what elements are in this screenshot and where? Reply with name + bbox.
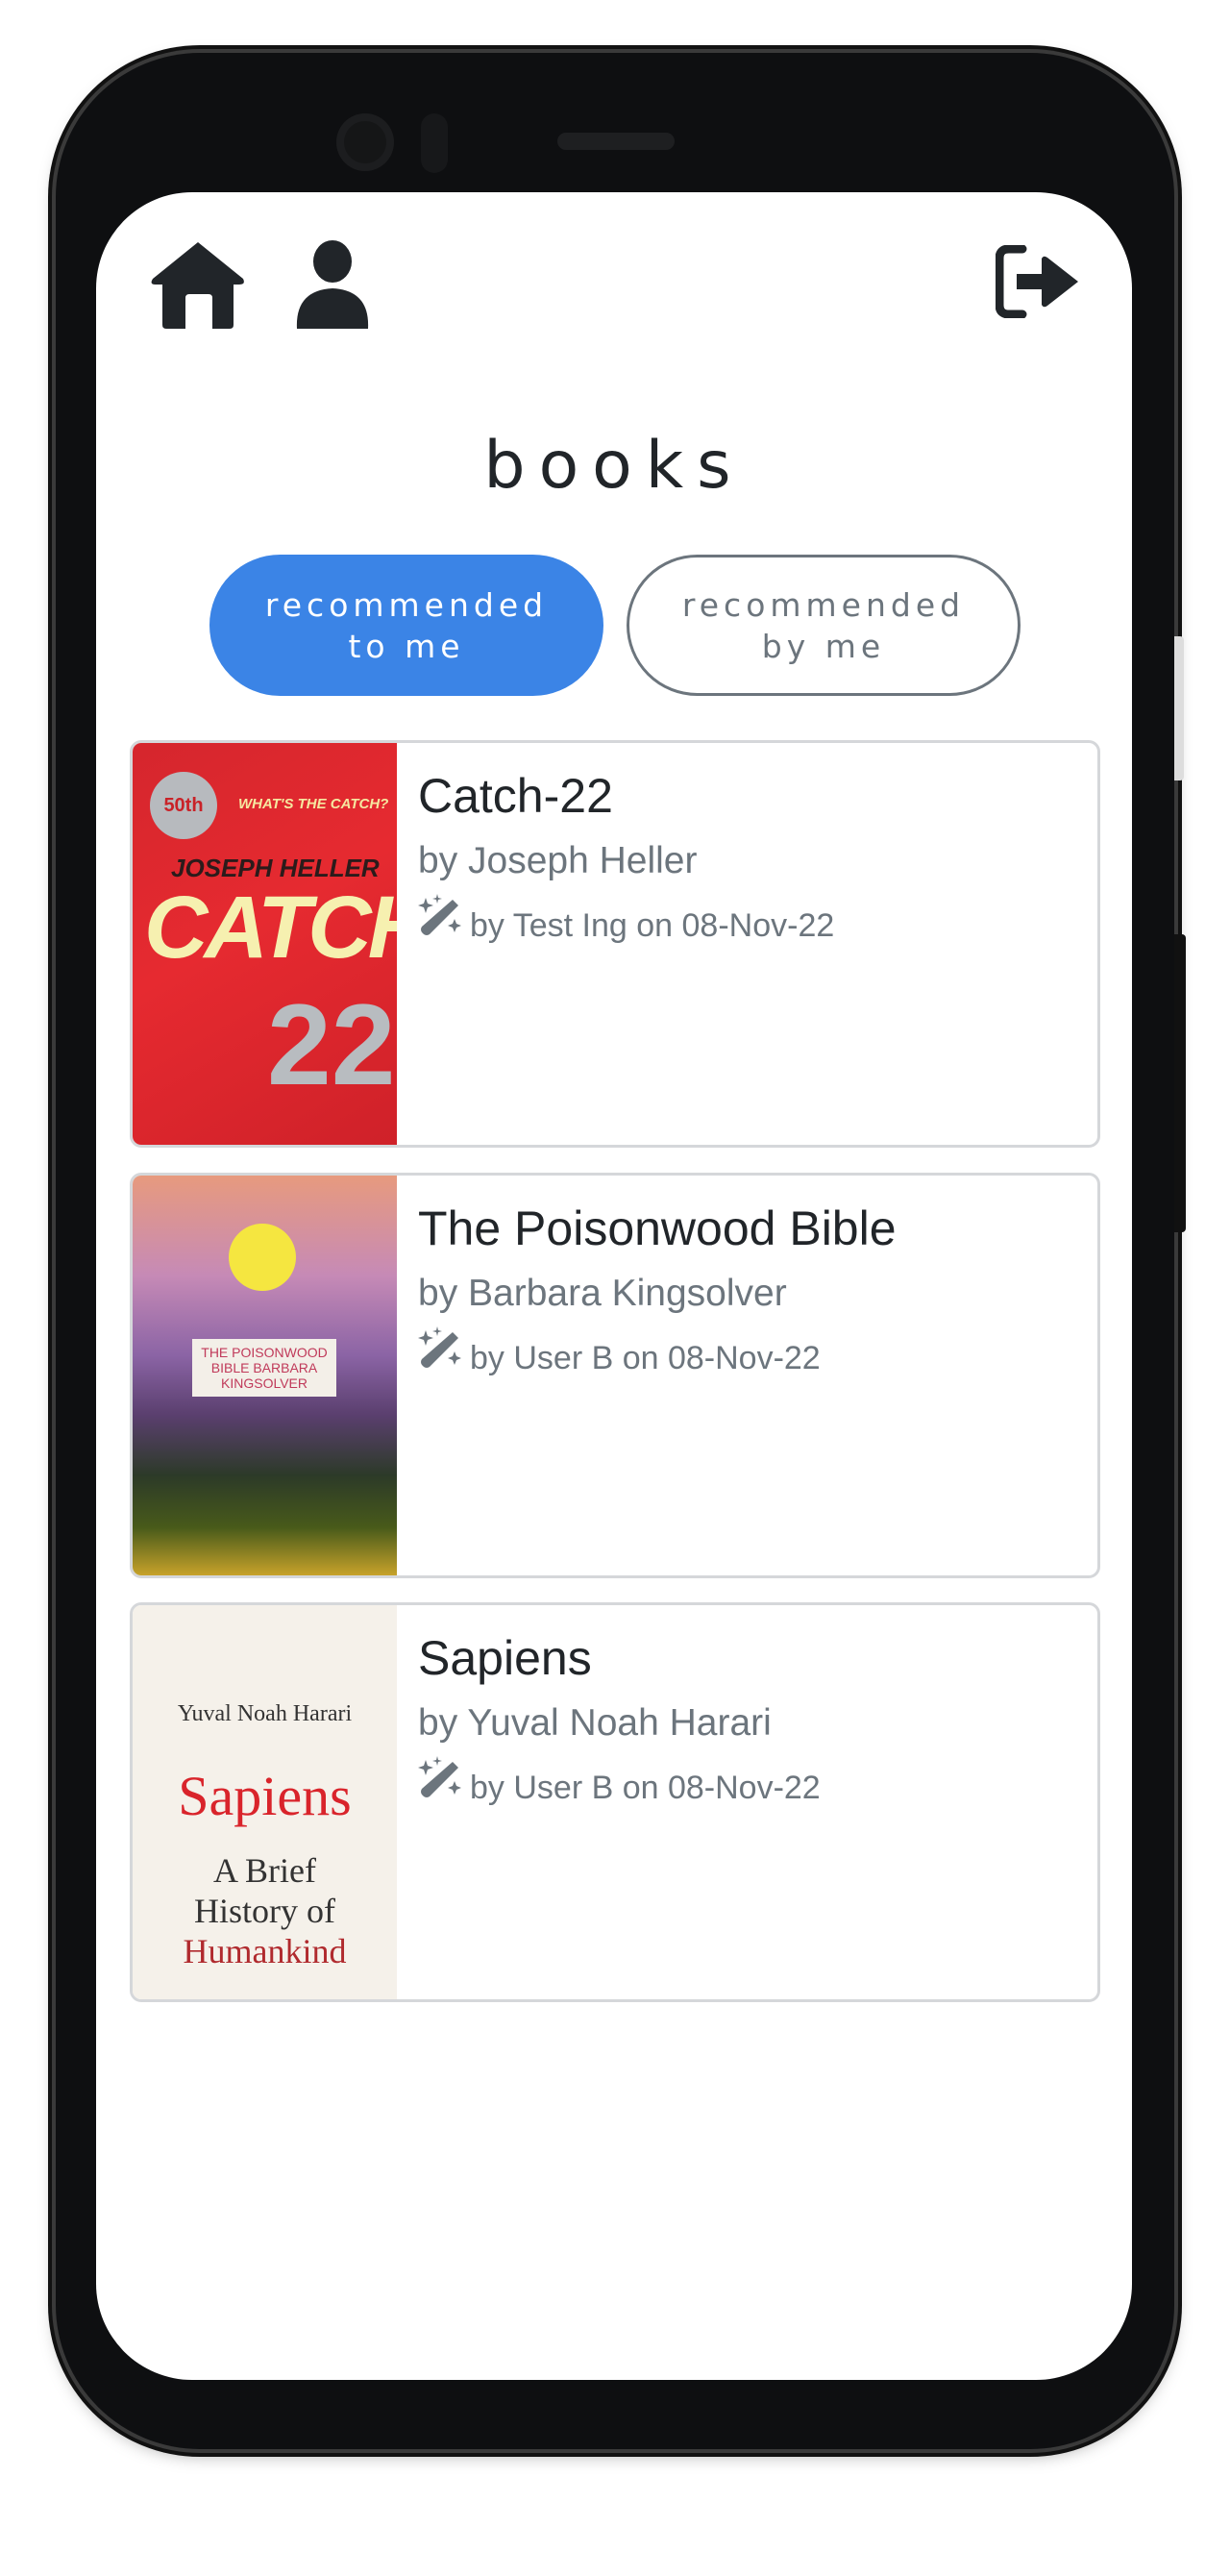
- sensor: [421, 113, 448, 173]
- magic-wand-icon: [418, 893, 462, 958]
- tab-recommended-to-me[interactable]: recommended to me: [209, 555, 603, 696]
- tab-recommended-by-me[interactable]: recommended by me: [627, 555, 1021, 696]
- book-author: by Barbara Kingsolver: [418, 1273, 787, 1314]
- recommendation-meta: by User B on 08-Nov-22: [470, 1770, 821, 1806]
- volume-button: [1174, 636, 1184, 780]
- user-icon[interactable]: [295, 240, 370, 334]
- book-card-sapiens[interactable]: Yuval Noah Harari Sapiens A Brief History…: [130, 1602, 1100, 2002]
- power-button: [1174, 934, 1186, 1232]
- cover-text: Yuval Noah Harari: [177, 1701, 353, 1726]
- cover-text: THE POISONWOOD BIBLE BARBARA KINGSOLVER: [192, 1339, 336, 1397]
- front-camera: [336, 113, 394, 171]
- book-author: by Yuval Noah Harari: [418, 1702, 772, 1744]
- recommendation-meta: by User B on 08-Nov-22: [470, 1340, 821, 1376]
- recommendation-meta: by Test Ing on 08-Nov-22: [470, 907, 835, 944]
- book-cover-image: THE POISONWOOD BIBLE BARBARA KINGSOLVER: [133, 1176, 397, 1575]
- book-title[interactable]: Sapiens: [418, 1624, 821, 1692]
- tab-label: recommended: [681, 585, 966, 624]
- book-title[interactable]: Catch-22: [418, 762, 834, 830]
- speaker: [557, 133, 675, 150]
- magic-wand-icon: [418, 1325, 462, 1391]
- magic-wand-icon: [418, 1755, 462, 1821]
- sign-out-icon[interactable]: [995, 244, 1082, 323]
- cover-text: WHAT'S THE CATCH?: [238, 796, 389, 812]
- cover-text: A Brief: [213, 1851, 316, 1890]
- book-author: by Joseph Heller: [418, 840, 698, 881]
- book-cover-image: Yuval Noah Harari Sapiens A Brief History…: [133, 1605, 397, 1999]
- book-card-the-poisonwood-bible[interactable]: THE POISONWOOD BIBLE BARBARA KINGSOLVER …: [130, 1173, 1100, 1578]
- book-cover-image: 50th WHAT'S THE CATCH? JOSEPH HELLER CAT…: [133, 743, 397, 1145]
- cover-text: CATCH: [144, 879, 397, 977]
- home-icon[interactable]: [149, 240, 247, 334]
- app-screen: books recommended to me recommended by m…: [96, 192, 1132, 2380]
- book-title[interactable]: The Poisonwood Bible: [418, 1195, 897, 1262]
- cover-text: Sapiens: [178, 1765, 352, 1827]
- cover-text: 22: [267, 980, 396, 1109]
- tab-label: by me: [761, 627, 886, 665]
- page-title: books: [483, 428, 745, 504]
- tab-label: recommended: [264, 585, 549, 624]
- cover-text: History of: [194, 1892, 335, 1930]
- cover-badge: 50th: [150, 772, 217, 839]
- tab-label: to me: [348, 627, 465, 665]
- book-card-catch-22[interactable]: 50th WHAT'S THE CATCH? JOSEPH HELLER CAT…: [130, 740, 1100, 1148]
- cover-text: Humankind: [183, 1932, 347, 1970]
